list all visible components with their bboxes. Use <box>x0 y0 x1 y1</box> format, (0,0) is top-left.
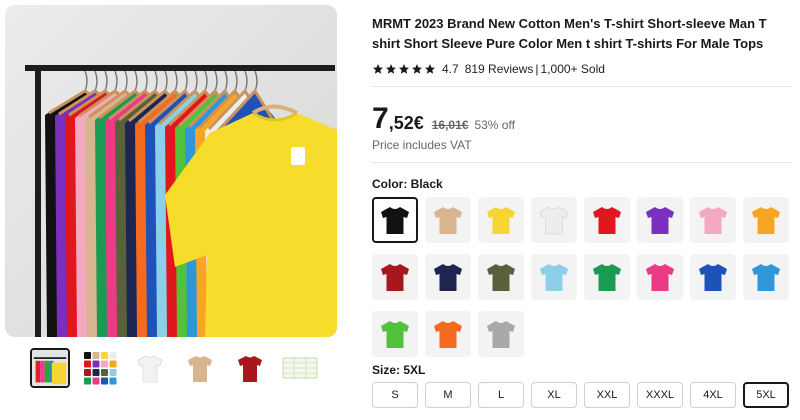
color-swatch[interactable] <box>372 311 418 357</box>
thumbnail-2[interactable] <box>80 348 120 388</box>
price-block: 7 ,52€ 16,01€ 53% off <box>372 96 515 136</box>
tshirt-icon <box>699 207 727 234</box>
tshirt-icon <box>381 264 409 291</box>
tshirt-icon <box>381 207 409 234</box>
divider <box>372 86 792 87</box>
divider <box>372 162 792 163</box>
tshirts-on-rack-thumb <box>32 350 68 386</box>
burgundy-tshirt-thumb <box>230 348 270 388</box>
tshirt-icon <box>752 264 780 291</box>
color-swatch[interactable] <box>637 197 683 243</box>
tshirt-icon <box>752 207 780 234</box>
tshirts-on-rack-photo <box>5 5 337 337</box>
price-decimal: ,52€ <box>388 113 424 133</box>
khaki-tshirt-thumb <box>180 348 220 388</box>
star-icon <box>386 64 396 74</box>
white-tshirt-thumb <box>130 348 170 388</box>
star-icon <box>399 64 409 74</box>
tshirt-icon <box>487 207 515 234</box>
color-swatch[interactable] <box>531 254 577 300</box>
tshirt-icon <box>381 321 409 348</box>
size-option-button[interactable]: S <box>372 382 418 408</box>
color-swatch[interactable] <box>425 311 471 357</box>
color-swatch[interactable] <box>425 254 471 300</box>
star-icon <box>412 64 422 74</box>
thumbnail-3[interactable] <box>130 348 170 388</box>
tshirt-icon <box>434 264 462 291</box>
tshirt-icon <box>434 207 462 234</box>
vat-note: Price includes VAT <box>372 138 472 152</box>
star-icon <box>373 64 383 74</box>
color-swatch[interactable] <box>584 254 630 300</box>
thumbnail-1[interactable] <box>30 348 70 388</box>
size-option-button[interactable]: XXL <box>584 382 630 408</box>
sold-count: 1,000+ Sold <box>540 62 605 76</box>
tshirt-icon <box>646 207 674 234</box>
color-swatch[interactable] <box>372 197 418 243</box>
size-option-button[interactable]: 5XL <box>743 382 789 408</box>
product-main-image[interactable] <box>5 5 337 337</box>
discount-label: 53% off <box>474 118 515 132</box>
color-swatch[interactable] <box>584 197 630 243</box>
reviews-link[interactable]: 819 Reviews <box>465 62 534 76</box>
price-integer: 7 <box>372 102 389 135</box>
size-option-button[interactable]: XL <box>531 382 577 408</box>
color-swatch[interactable] <box>531 197 577 243</box>
size-option-button[interactable]: XXXL <box>637 382 683 408</box>
size-chart-thumb <box>280 348 320 388</box>
color-swatch[interactable] <box>743 197 789 243</box>
tshirt-icon <box>540 264 568 291</box>
tshirt-icon <box>487 264 515 291</box>
size-option-button[interactable]: 4XL <box>690 382 736 408</box>
tshirt-icon <box>539 206 569 235</box>
tshirt-icon <box>593 264 621 291</box>
color-swatch[interactable] <box>478 197 524 243</box>
tshirt-icon <box>699 264 727 291</box>
rating-row: 4.7 819 Reviews | 1,000+ Sold <box>372 60 605 78</box>
size-option-button[interactable]: L <box>478 382 524 408</box>
size-label: Size: 5XL <box>372 363 426 377</box>
tshirt-icon <box>487 321 515 348</box>
color-grid-thumb <box>80 348 120 388</box>
size-option-button[interactable]: M <box>425 382 471 408</box>
thumbnail-6[interactable] <box>280 348 320 388</box>
rating-separator: | <box>535 62 539 76</box>
color-swatch[interactable] <box>690 197 736 243</box>
color-swatch[interactable] <box>425 197 471 243</box>
star-icon <box>425 64 435 74</box>
color-swatch[interactable] <box>637 254 683 300</box>
tshirt-icon <box>434 321 462 348</box>
color-swatch[interactable] <box>690 254 736 300</box>
tshirt-icon <box>646 264 674 291</box>
color-swatch[interactable] <box>478 254 524 300</box>
original-price: 16,01€ <box>431 118 469 132</box>
color-swatch[interactable] <box>478 311 524 357</box>
thumbnail-strip <box>30 348 330 390</box>
thumbnail-4[interactable] <box>180 348 220 388</box>
thumbnail-5[interactable] <box>230 348 270 388</box>
color-swatch[interactable] <box>372 254 418 300</box>
product-title: MRMT 2023 Brand New Cotton Men's T-shirt… <box>372 16 767 51</box>
tshirt-icon <box>593 207 621 234</box>
rating-value: 4.7 <box>442 62 459 76</box>
color-label: Color: Black <box>372 177 443 191</box>
color-swatch[interactable] <box>743 254 789 300</box>
rating-stars <box>372 63 436 75</box>
